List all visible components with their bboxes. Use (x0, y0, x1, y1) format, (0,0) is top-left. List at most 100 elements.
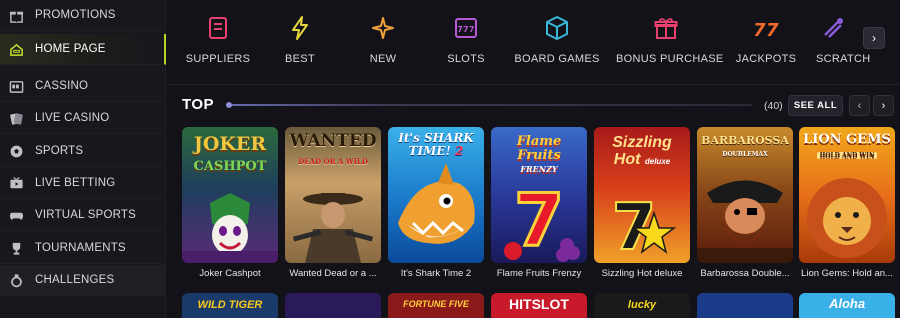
soccer-ball-icon (9, 144, 24, 159)
see-all-button[interactable]: SEE ALL (788, 95, 843, 116)
sidebar-item-label: CASSINO (35, 80, 89, 92)
game-logo: lucky (627, 299, 657, 311)
game-card[interactable] (697, 293, 793, 318)
gamepad-icon (9, 208, 24, 223)
sidebar-item-challenges[interactable]: CHALLENGES (0, 265, 166, 296)
sparkle-icon (372, 17, 394, 39)
category-label: BONUS PURCHASE (616, 53, 724, 65)
section-title: TOP (182, 96, 215, 113)
gift-icon (9, 8, 24, 23)
cowboy-artwork (285, 193, 381, 263)
pirate-artwork (697, 168, 793, 263)
sidebar-item-label: LIVE CASINO (35, 112, 110, 124)
game-logo: JOKER CASHPOT (193, 133, 267, 174)
sidebar-item-label: CHALLENGES (35, 274, 115, 286)
category-scroll-right-button[interactable]: › (863, 27, 885, 49)
game-logo: Sizzling Hot deluxe (612, 134, 672, 168)
game-logo: Aloha (828, 296, 866, 311)
sidebar-item-cassino[interactable]: CASSINO (0, 71, 166, 102)
chevron-right-icon: › (872, 31, 876, 45)
medal-icon (9, 273, 24, 288)
game-card-shark-time-2[interactable]: It's SHARK TIME! 2 (388, 127, 484, 263)
game-logo: FORTUNE FIVE (403, 299, 469, 309)
sidebar: PROMOTIONS HOME PAGE CASSINO LIVE CASINO… (0, 0, 166, 318)
game-card-hitslot[interactable]: HITSLOT (491, 293, 587, 318)
category-slots[interactable]: 777 SLOTS (416, 15, 516, 65)
category-label: JACKPOTS (735, 53, 797, 65)
shark-artwork (388, 153, 484, 263)
sidebar-item-sports[interactable]: SPORTS (0, 136, 166, 167)
dice-icon (546, 16, 568, 40)
sidebar-item-label: PROMOTIONS (35, 9, 116, 21)
category-label: SCRATCH (816, 53, 871, 65)
sidebar-item-tournaments[interactable]: TOURNAMENTS (0, 233, 166, 264)
sidebar-item-label: LIVE BETTING (35, 177, 116, 189)
book-icon (209, 17, 227, 39)
game-card-joker-cashpot[interactable]: JOKER CASHPOT (182, 127, 278, 263)
game-logo: HITSLOT (509, 296, 569, 312)
game-card-title: It's Shark Time 2 (400, 268, 472, 279)
game-logo: WANTED DEAD OR A WILD (289, 131, 377, 166)
sidebar-item-live-casino[interactable]: LIVE CASINO (0, 103, 166, 134)
game-card-title: Barbarossa Double... (700, 268, 790, 279)
sidebar-item-label: TOURNAMENTS (35, 242, 126, 254)
svg-text:77: 77 (753, 20, 779, 41)
section-divider-dot (226, 102, 232, 108)
sidebar-item-virtual-sports[interactable]: VIRTUAL SPORTS (0, 200, 166, 231)
trophy-icon (9, 241, 24, 256)
joker-artwork (182, 193, 278, 263)
game-logo: LION GEMS HOLD AND WIN (803, 132, 891, 159)
category-label: NEW (369, 53, 397, 65)
game-card-lucky[interactable]: lucky (594, 293, 690, 318)
game-card-title: Joker Cashpot (199, 268, 261, 279)
category-board-games[interactable]: BOARD GAMES (507, 15, 607, 65)
category-bar: SUPPLIERS BEST NEW 777 SLOTS BOARD GAMES… (166, 0, 900, 85)
lion-artwork (799, 163, 895, 263)
category-bonus-purchase[interactable]: BONUS PURCHASE (616, 15, 723, 65)
chevron-right-icon: › (881, 99, 886, 112)
svg-text:777: 777 (457, 25, 475, 34)
cards-icon (9, 111, 24, 126)
sidebar-item-label: SPORTS (35, 145, 84, 157)
scratch-icon (824, 18, 843, 38)
category-label: BEST (285, 53, 315, 65)
game-count: (40) (764, 100, 783, 112)
game-card-wanted-dead[interactable]: WANTED DEAD OR A WILD (285, 127, 381, 263)
gift-box-icon (654, 18, 678, 39)
sidebar-item-label: HOME PAGE (35, 43, 106, 55)
game-card-title: Lion Gems: Hold an... (801, 268, 893, 279)
game-card-aloha[interactable]: Aloha (799, 293, 895, 318)
sidebar-item-label: VIRTUAL SPORTS (35, 209, 137, 221)
category-label: SUPPLIERS (185, 53, 251, 65)
game-logo: WILD TIGER (197, 299, 263, 311)
chevron-left-icon: ‹ (857, 99, 862, 112)
seven-star-artwork: 7 (594, 183, 690, 263)
game-card-sizzling-hot[interactable]: Sizzling Hot deluxe 7 (594, 127, 690, 263)
home-icon (9, 42, 24, 57)
seven-fruits-artwork: 7 (491, 173, 587, 263)
game-card-lion-gems[interactable]: LION GEMS HOLD AND WIN (799, 127, 895, 263)
sidebar-item-promotions[interactable]: PROMOTIONS (0, 0, 166, 31)
game-card-fortune-five[interactable]: FORTUNE FIVE (388, 293, 484, 318)
slot-777-icon: 777 (455, 18, 477, 38)
game-logo: BARBAROSSA DOUBLEMAX (701, 134, 789, 158)
next-page-button[interactable]: › (873, 95, 894, 116)
game-card-barbarossa[interactable]: BARBAROSSA DOUBLEMAX (697, 127, 793, 263)
game-card-title: Sizzling Hot deluxe (601, 268, 683, 279)
category-label: SLOTS (447, 53, 485, 65)
game-card-wild-tiger[interactable]: WILD TIGER (182, 293, 278, 318)
prev-page-button[interactable]: ‹ (849, 95, 870, 116)
game-card-title: Wanted Dead or a ... (289, 268, 377, 279)
seven-seven-icon: 77 (753, 20, 779, 41)
tv-icon (9, 176, 24, 191)
sidebar-item-live-betting[interactable]: LIVE BETTING (0, 168, 166, 199)
game-logo: Flame Fruits FRENZY (516, 134, 562, 175)
sidebar-item-home-page[interactable]: HOME PAGE (0, 34, 166, 65)
section-divider (226, 104, 752, 106)
category-label: BOARD GAMES (514, 53, 600, 65)
lightning-icon (292, 16, 308, 40)
game-card[interactable] (285, 293, 381, 318)
game-card-title: Flame Fruits Frenzy (496, 268, 582, 279)
game-card-flame-fruits[interactable]: Flame Fruits FRENZY 7 (491, 127, 587, 263)
slot-machine-icon (9, 79, 24, 94)
